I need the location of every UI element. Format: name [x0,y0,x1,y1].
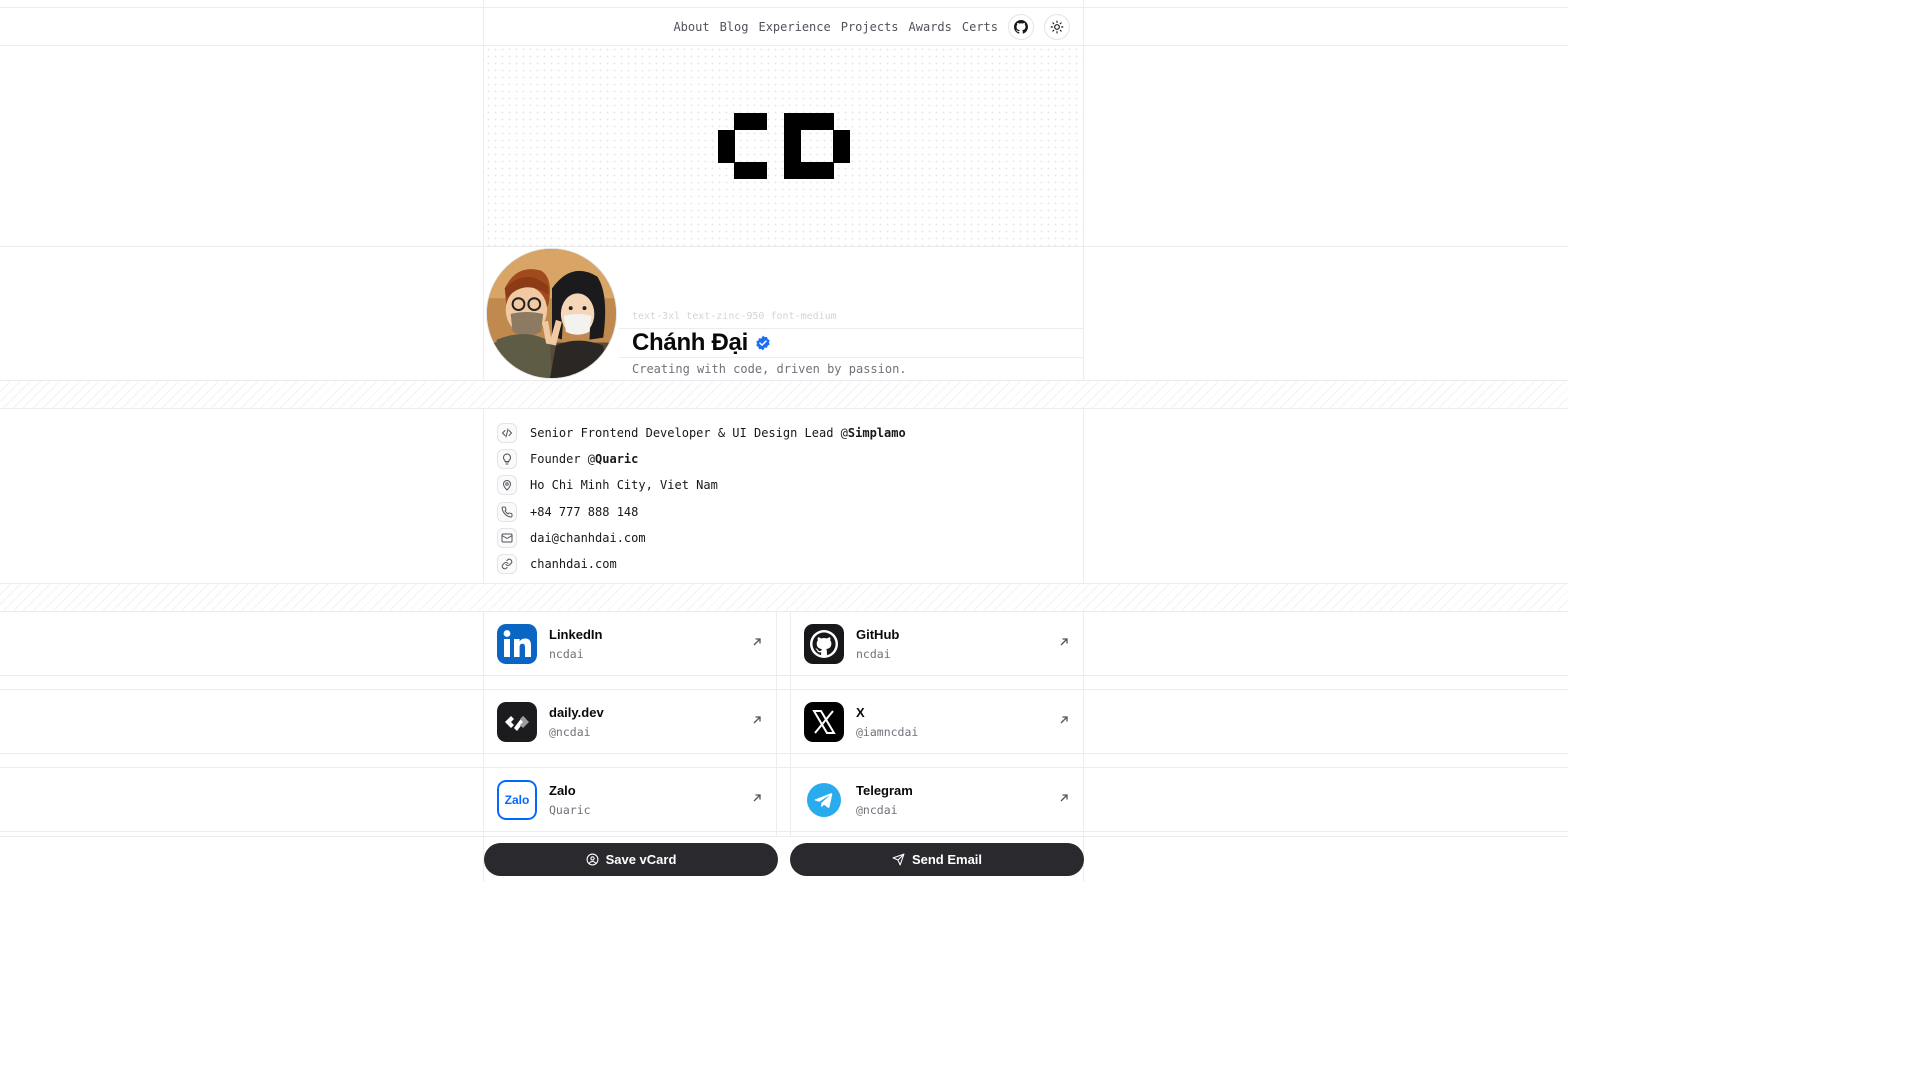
nav-about[interactable]: About [673,20,709,34]
grid-rule [0,767,1568,768]
map-pin-icon [497,475,517,496]
card-title: Zalo [549,783,576,798]
email-link[interactable]: dai@chanhdai.com [530,531,646,545]
company-link[interactable]: Simplamo [848,426,906,440]
arrow-up-right-icon [753,638,761,646]
social-card-telegram[interactable]: Telegram @ncdai [791,768,1083,832]
card-text: LinkedIn ncdai [549,627,602,661]
social-card-github[interactable]: GitHub ncdai [791,612,1083,676]
list-item: chanhdai.com [497,551,1077,577]
card-handle: @ncdai [549,725,591,739]
card-text: Telegram @ncdai [856,783,913,817]
nav-experience[interactable]: Experience [758,20,830,34]
grid-rule [0,831,1568,832]
card-handle: ncdai [549,647,584,661]
arrow-up-right-icon [1060,638,1068,646]
divider-stripe [0,583,1568,612]
card-handle: @iamncdai [856,725,919,739]
save-vcard-button[interactable]: Save vCard [484,843,778,876]
card-handle: Quaric [549,803,591,817]
lightbulb-icon [497,449,517,470]
card-text: X @iamncdai [856,705,918,739]
founder-company-link[interactable]: Quaric [595,452,638,466]
card-title: Telegram [856,783,913,798]
nav-certs[interactable]: Certs [962,20,998,34]
arrow-up-right-icon [753,794,761,802]
grid-rule [776,612,777,837]
x-icon [804,702,844,742]
card-text: GitHub ncdai [856,627,899,661]
send-email-button[interactable]: Send Email [790,843,1084,876]
job-title-text: Senior Frontend Developer & UI Design Le… [530,426,848,441]
banner [485,46,1083,246]
grid-rule [0,689,1568,690]
right-column-rule [1083,0,1084,882]
nav-blog[interactable]: Blog [720,20,749,34]
theme-toggle-button[interactable] [1044,13,1070,40]
sun-icon [1050,20,1064,33]
github-icon [1014,19,1028,34]
nav-projects[interactable]: Projects [841,20,899,34]
card-title: LinkedIn [549,627,603,642]
top-nav: About Blog Experience Projects Awards Ce… [484,8,1084,45]
card-title: daily.dev [549,705,604,720]
dailydev-icon [497,702,537,742]
founder-line: Founder @Quaric [530,452,638,466]
list-item: Ho Chi Minh City, Viet Nam [497,472,1077,498]
social-card-zalo[interactable]: Zalo Zalo Quaric [484,768,776,832]
zalo-icon: Zalo [497,780,537,820]
job-title: Senior Frontend Developer & UI Design Le… [530,426,906,440]
name-row: Chánh Đại [619,328,1084,358]
send-icon [892,853,905,866]
founder-text: Founder @ [530,452,596,467]
link-icon [497,554,517,575]
user-circle-icon [586,853,599,866]
save-vcard-label: Save vCard [605,852,677,867]
profile-name: Chánh Đại [632,329,748,356]
card-handle: @ncdai [856,803,898,817]
grid-rule [0,753,1568,754]
send-email-label: Send Email [911,852,983,867]
website-link[interactable]: chanhdai.com [530,557,617,571]
phone-icon [497,501,517,522]
svg-text:Zalo: Zalo [505,793,530,807]
grid-rule [0,675,1568,676]
avatar [486,248,617,379]
avatar-illustration [487,249,616,378]
github-icon [804,624,844,664]
profile-tagline: Creating with code, driven by passion. [632,362,907,376]
list-item: +84 777 888 148 [497,499,1077,525]
divider-stripe [0,380,1568,409]
list-item: dai@chanhdai.com [497,525,1077,551]
card-text: Zalo Quaric [549,783,591,817]
mail-icon [497,527,517,548]
list-item: Founder @Quaric [497,446,1077,472]
style-hint-text: text-3xl text-zinc-950 font-medium [632,311,837,322]
card-handle: ncdai [856,647,891,661]
arrow-up-right-icon [1060,794,1068,802]
card-title: X [856,705,865,720]
card-title: GitHub [856,627,900,642]
arrow-up-right-icon [753,716,761,724]
social-card-x[interactable]: X @iamncdai [791,690,1083,754]
banner-bottom-rule [0,246,1568,247]
location: Ho Chi Minh City, Viet Nam [530,478,718,493]
grid-rule [0,836,1568,837]
card-text: daily.dev @ncdai [549,705,604,739]
nav-awards[interactable]: Awards [909,20,952,34]
telegram-icon [804,780,844,820]
code-icon [497,423,517,444]
github-button[interactable] [1008,13,1034,40]
cd-pixel-logo [718,113,850,179]
linkedin-icon [497,624,537,664]
social-card-dailydev[interactable]: daily.dev @ncdai [484,690,776,754]
social-card-linkedin[interactable]: LinkedIn ncdai [484,612,776,676]
phone-link[interactable]: +84 777 888 148 [530,505,638,519]
arrow-up-right-icon [1060,716,1068,724]
info-list: Senior Frontend Developer & UI Design Le… [497,420,1077,577]
verified-badge-icon [755,335,771,351]
list-item: Senior Frontend Developer & UI Design Le… [497,420,1077,446]
